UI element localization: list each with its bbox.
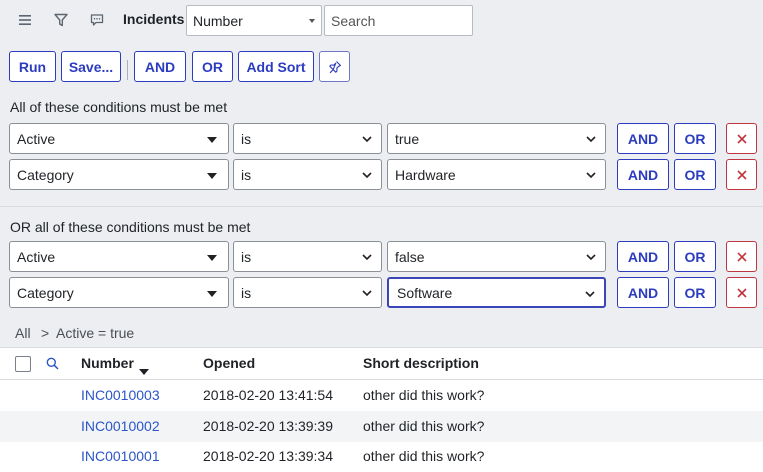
- condition-value-select[interactable]: Hardware: [387, 159, 606, 190]
- pin-button[interactable]: [319, 51, 350, 82]
- condition-field-value: Category: [17, 166, 74, 183]
- chevron-down-icon: [586, 136, 596, 143]
- condition-and-button[interactable]: AND: [617, 123, 669, 154]
- condition-value-select[interactable]: Software: [387, 277, 606, 308]
- condition-operator-select[interactable]: is: [233, 123, 382, 154]
- pin-icon: [328, 60, 341, 73]
- condition-value: false: [395, 248, 425, 265]
- caret-down-icon: [207, 173, 217, 179]
- incident-number-link[interactable]: INC0010003: [81, 387, 160, 403]
- chevron-down-icon: [362, 254, 372, 261]
- condition-or-button[interactable]: OR: [674, 241, 716, 272]
- remove-condition-button[interactable]: [726, 159, 757, 190]
- chevron-down-icon: [586, 172, 596, 179]
- remove-condition-button[interactable]: [726, 123, 757, 154]
- condition-and-button[interactable]: AND: [617, 277, 669, 308]
- chevron-down-icon: [586, 254, 596, 261]
- condition-value-select[interactable]: false: [387, 241, 606, 272]
- condition-operator-value: is: [241, 130, 252, 147]
- opened-cell: 2018-02-20 13:41:54: [203, 387, 333, 403]
- condition-or-button[interactable]: OR: [674, 123, 716, 154]
- condition-value: true: [395, 130, 420, 147]
- condition-operator-select[interactable]: is: [233, 277, 382, 308]
- condition-or-button[interactable]: OR: [674, 159, 716, 190]
- column-header-number[interactable]: Number: [81, 355, 134, 371]
- filter-icon[interactable]: [51, 10, 71, 30]
- chevron-down-icon: [585, 291, 595, 298]
- list-header: Incidents Number: [0, 0, 763, 40]
- condition-field-value: Active: [17, 248, 56, 265]
- close-icon: [736, 169, 747, 180]
- page-title: Incidents: [123, 11, 185, 27]
- toolbar-divider: [127, 60, 128, 80]
- table-row[interactable]: INC0010001 2018-02-20 13:39:34 other did…: [0, 441, 763, 472]
- condition-field-value: Category: [17, 284, 74, 301]
- search-icon[interactable]: [46, 357, 59, 373]
- opened-cell: 2018-02-20 13:39:34: [203, 448, 333, 464]
- incident-number-link[interactable]: INC0010002: [81, 418, 160, 434]
- table-header: Number Opened Short description: [0, 348, 763, 380]
- chevron-down-icon: [362, 136, 372, 143]
- condition-and-button[interactable]: AND: [617, 159, 669, 190]
- column-header-short-description[interactable]: Short description: [363, 355, 479, 371]
- close-icon: [736, 133, 747, 144]
- add-sort-button[interactable]: Add Sort: [238, 51, 314, 82]
- condition-operator-select[interactable]: is: [233, 159, 382, 190]
- search-field-select[interactable]: Number: [186, 5, 322, 36]
- table-row[interactable]: INC0010002 2018-02-20 13:39:39 other did…: [0, 411, 763, 442]
- opened-cell: 2018-02-20 13:39:39: [203, 418, 333, 434]
- condition-and-button[interactable]: AND: [617, 241, 669, 272]
- toolbar-or-button[interactable]: OR: [192, 51, 233, 82]
- condition-field-value: Active: [17, 130, 56, 147]
- column-header-opened[interactable]: Opened: [203, 355, 255, 371]
- hamburger-menu-icon[interactable]: [15, 10, 35, 30]
- chevron-down-icon: [362, 290, 372, 297]
- short-description-cell: other did this work?: [363, 387, 485, 403]
- run-button[interactable]: Run: [9, 51, 56, 82]
- chat-icon[interactable]: [87, 10, 107, 30]
- condition-group-label: All of these conditions must be met: [10, 99, 228, 115]
- condition-value: Hardware: [395, 166, 456, 183]
- condition-field-select[interactable]: Category: [9, 277, 229, 308]
- breadcrumb-current[interactable]: Active = true: [56, 325, 134, 341]
- search-input[interactable]: [324, 5, 473, 36]
- condition-operator-select[interactable]: is: [233, 241, 382, 272]
- remove-condition-button[interactable]: [726, 241, 757, 272]
- group-divider: [0, 206, 763, 207]
- condition-operator-value: is: [241, 284, 252, 301]
- condition-group-label: OR all of these conditions must be met: [10, 219, 251, 235]
- caret-down-icon: [207, 255, 217, 261]
- incident-number-link[interactable]: INC0010001: [81, 448, 160, 464]
- breadcrumb-separator: >: [41, 325, 50, 341]
- chevron-down-icon: [309, 18, 315, 23]
- breadcrumb: All > Active = true: [0, 318, 763, 348]
- short-description-cell: other did this work?: [363, 418, 485, 434]
- short-description-cell: other did this work?: [363, 448, 485, 464]
- condition-operator-value: is: [241, 166, 252, 183]
- chevron-down-icon: [362, 172, 372, 179]
- toolbar-and-button[interactable]: AND: [134, 51, 186, 82]
- caret-down-icon: [207, 137, 217, 143]
- caret-down-icon: [207, 291, 217, 297]
- select-all-checkbox[interactable]: [15, 356, 31, 372]
- close-icon: [736, 251, 747, 262]
- table-row[interactable]: INC0010003 2018-02-20 13:41:54 other did…: [0, 380, 763, 411]
- sort-descending-icon[interactable]: [139, 362, 149, 378]
- condition-field-select[interactable]: Active: [9, 241, 229, 272]
- condition-operator-value: is: [241, 248, 252, 265]
- close-icon: [736, 287, 747, 298]
- condition-field-select[interactable]: Category: [9, 159, 229, 190]
- search-field-select-value: Number: [193, 12, 243, 29]
- condition-or-button[interactable]: OR: [674, 277, 716, 308]
- remove-condition-button[interactable]: [726, 277, 757, 308]
- breadcrumb-all-link[interactable]: All: [15, 325, 31, 341]
- condition-field-select[interactable]: Active: [9, 123, 229, 154]
- condition-value-select[interactable]: true: [387, 123, 606, 154]
- condition-value: Software: [397, 284, 453, 301]
- save-button[interactable]: Save...: [61, 51, 121, 82]
